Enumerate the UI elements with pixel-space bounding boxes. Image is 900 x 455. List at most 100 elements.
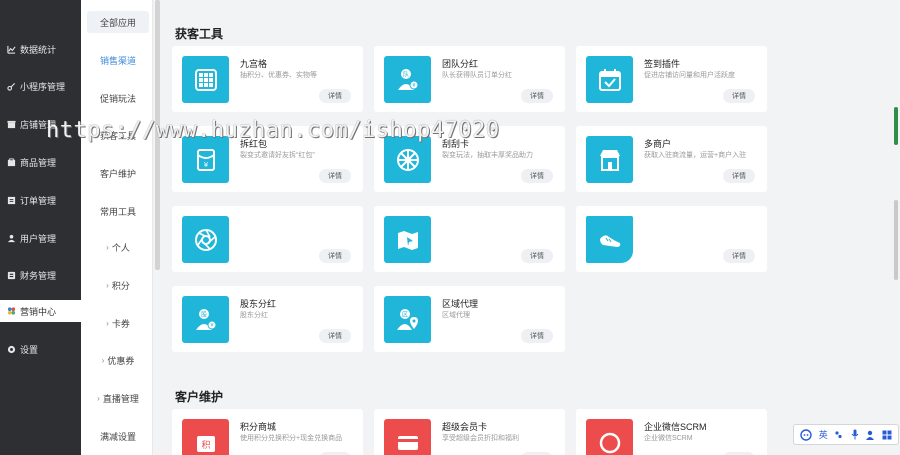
- ime-lang-toggle[interactable]: 英: [819, 428, 828, 441]
- app-card-shareholder-bonus[interactable]: 股 ¥ 股东分红 股东分红 详情: [172, 286, 363, 352]
- shop-icon: [586, 136, 633, 183]
- details-button[interactable]: 详情: [521, 329, 553, 343]
- sidebar-item-label: 小程序管理: [20, 81, 66, 92]
- subnav-promotions[interactable]: 促销玩法: [87, 87, 149, 109]
- details-button[interactable]: 详情: [319, 169, 351, 183]
- sidebar-item-data-stats[interactable]: 数据统计: [0, 38, 81, 60]
- app-card-unnamed-3[interactable]: 详情: [576, 206, 767, 272]
- settings-icon: [7, 345, 16, 354]
- details-button[interactable]: 详情: [319, 89, 351, 103]
- chevron-right-icon: ›: [101, 355, 105, 365]
- app-card-desc: 裂变式邀请好友拆“红包”: [240, 152, 315, 159]
- subnav-sales-channel[interactable]: 销售渠道: [87, 49, 149, 71]
- sidebar-item-marketing[interactable]: 营销中心: [0, 300, 81, 322]
- app-card-unnamed-2[interactable]: 详情: [374, 206, 565, 272]
- main-sidebar: 数据统计 小程序管理 店铺管理 商品管理 订单管理 用户管理 财务管理 营销中心…: [0, 0, 81, 455]
- subnav-personal[interactable]: › 个人: [87, 236, 149, 258]
- app-card-desc: 裂变玩法，抽取丰厚奖品助力: [442, 152, 533, 159]
- subnav-discount-coupons[interactable]: › 优惠券: [87, 349, 149, 371]
- app-card-super-vip[interactable]: 超级会员卡 享受超级会员折扣和福利 详情: [374, 409, 565, 455]
- subnav-acquisition-tools[interactable]: 获客工具: [87, 124, 149, 146]
- user-icon: [7, 234, 16, 243]
- sidebar-item-label: 店铺管理: [20, 119, 57, 130]
- app-card-name: 股东分红: [240, 299, 277, 309]
- app-card-name: 拆红包: [240, 139, 268, 149]
- app-card-name: 团队分红: [442, 59, 479, 69]
- app-card-desc: 享受超级会员折扣和福利: [442, 435, 519, 442]
- team-bonus-icon: 队 ¥: [384, 56, 431, 103]
- sidebar-item-goods[interactable]: 商品管理: [0, 151, 81, 173]
- app-card-desc: 获取入驻商流量，运营+商户入驻: [644, 152, 747, 159]
- goods-icon: [7, 157, 16, 167]
- sidebar-item-label: 营销中心: [20, 306, 57, 317]
- app-card-desc: 股东分红: [240, 312, 268, 319]
- sidebar-item-settings[interactable]: 设置: [0, 338, 81, 360]
- sidebar-item-label: 用户管理: [20, 233, 57, 244]
- sidebar-item-users[interactable]: 用户管理: [0, 227, 81, 249]
- calendar-check-icon: [586, 56, 633, 103]
- app-card-desc: 区域代理: [442, 312, 470, 319]
- link-icon: [7, 82, 16, 91]
- details-button[interactable]: 详情: [723, 249, 755, 263]
- app-card-name: 区域代理: [442, 299, 479, 309]
- shoe-icon: [586, 216, 633, 263]
- subnav-scrollbar[interactable]: [155, 0, 160, 270]
- app-card-checkin[interactable]: 签到插件 促进店铺访问量和用户活跃度 详情: [576, 46, 767, 112]
- page-scroll-thumb-secondary[interactable]: [894, 200, 898, 280]
- chevron-right-icon: ›: [106, 280, 109, 290]
- sidebar-item-label: 商品管理: [20, 157, 57, 168]
- svg-text:¥: ¥: [203, 161, 208, 169]
- details-button[interactable]: 详情: [521, 89, 553, 103]
- sidebar-item-miniprogram[interactable]: 小程序管理: [0, 75, 81, 97]
- aperture-icon: [182, 216, 229, 263]
- page-scroll-thumb[interactable]: [894, 107, 898, 145]
- chevron-right-icon: ›: [106, 242, 109, 252]
- ime-logo-icon[interactable]: [800, 428, 812, 441]
- wheel-icon: [384, 136, 431, 183]
- subnav-coupons-card[interactable]: › 卡券: [87, 312, 149, 334]
- details-button[interactable]: 详情: [723, 89, 755, 103]
- sidebar-item-label: 财务管理: [20, 270, 57, 281]
- subnav-full-reduction[interactable]: 满减设置: [87, 425, 149, 447]
- grid-menu-icon[interactable]: [882, 430, 892, 440]
- microphone-icon[interactable]: [851, 429, 859, 440]
- app-card-scratch-card[interactable]: 刮刮卡 裂变玩法，抽取丰厚奖品助力 详情: [374, 126, 565, 192]
- app-card-nine-grid[interactable]: 九宫格 抽积分、优惠券、实物等 详情: [172, 46, 363, 112]
- section-title-customer-care: 客户维护: [175, 390, 224, 404]
- app-card-wecom-scrm[interactable]: 企业微信SCRM 企业微信SCRM 详情: [576, 409, 767, 455]
- sidebar-item-label: 设置: [20, 344, 39, 355]
- subnav-customer-care[interactable]: 客户维护: [87, 162, 149, 184]
- app-card-unnamed-1[interactable]: 详情: [172, 206, 363, 272]
- app-card-points-mall[interactable]: 积 积分商城 使用积分兑换积分+现金兑换商品 详情: [172, 409, 363, 455]
- details-button[interactable]: 详情: [521, 169, 553, 183]
- details-button[interactable]: 详情: [723, 169, 755, 183]
- details-button[interactable]: 详情: [319, 249, 351, 263]
- ime-toolbar[interactable]: 英: [793, 424, 899, 445]
- details-button[interactable]: 详情: [319, 329, 351, 343]
- ime-punctuation-icon[interactable]: [834, 430, 844, 440]
- sidebar-item-orders[interactable]: 订单管理: [0, 189, 81, 211]
- section-title-acquisition: 获客工具: [175, 27, 224, 41]
- subnav-live-management[interactable]: › 直播管理: [87, 387, 149, 409]
- app-card-name: 刮刮卡: [442, 139, 470, 149]
- svg-text:¥: ¥: [412, 83, 415, 89]
- details-button[interactable]: 详情: [521, 249, 553, 263]
- grid-icon: [182, 56, 229, 103]
- chevron-right-icon: ›: [97, 393, 100, 403]
- subnav-points[interactable]: › 积分: [87, 274, 149, 296]
- app-card-name: 超级会员卡: [442, 422, 488, 432]
- sidebar-item-store[interactable]: 店铺管理: [0, 113, 81, 135]
- svg-text:队: 队: [402, 70, 408, 78]
- subnav-common-tools[interactable]: 常用工具: [87, 200, 149, 222]
- app-card-red-packet[interactable]: ¥ 拆红包 裂变式邀请好友拆“红包” 详情: [172, 126, 363, 192]
- map-icon: [384, 216, 431, 263]
- user-icon[interactable]: [865, 430, 875, 440]
- chart-icon: [7, 45, 16, 54]
- app-card-regional-agent[interactable]: 区 区域代理 区域代理 详情: [374, 286, 565, 352]
- sidebar-item-finance[interactable]: 财务管理: [0, 264, 81, 286]
- app-card-name: 签到插件: [644, 59, 681, 69]
- app-card-multi-merchant[interactable]: 多商户 获取入驻商流量，运营+商户入驻 详情: [576, 126, 767, 192]
- subnav-all-apps[interactable]: 全部应用: [87, 11, 149, 33]
- location-agent-icon: 区: [384, 296, 431, 343]
- app-card-team-bonus[interactable]: 队 ¥ 团队分红 队长获得队员订单分红 详情: [374, 46, 565, 112]
